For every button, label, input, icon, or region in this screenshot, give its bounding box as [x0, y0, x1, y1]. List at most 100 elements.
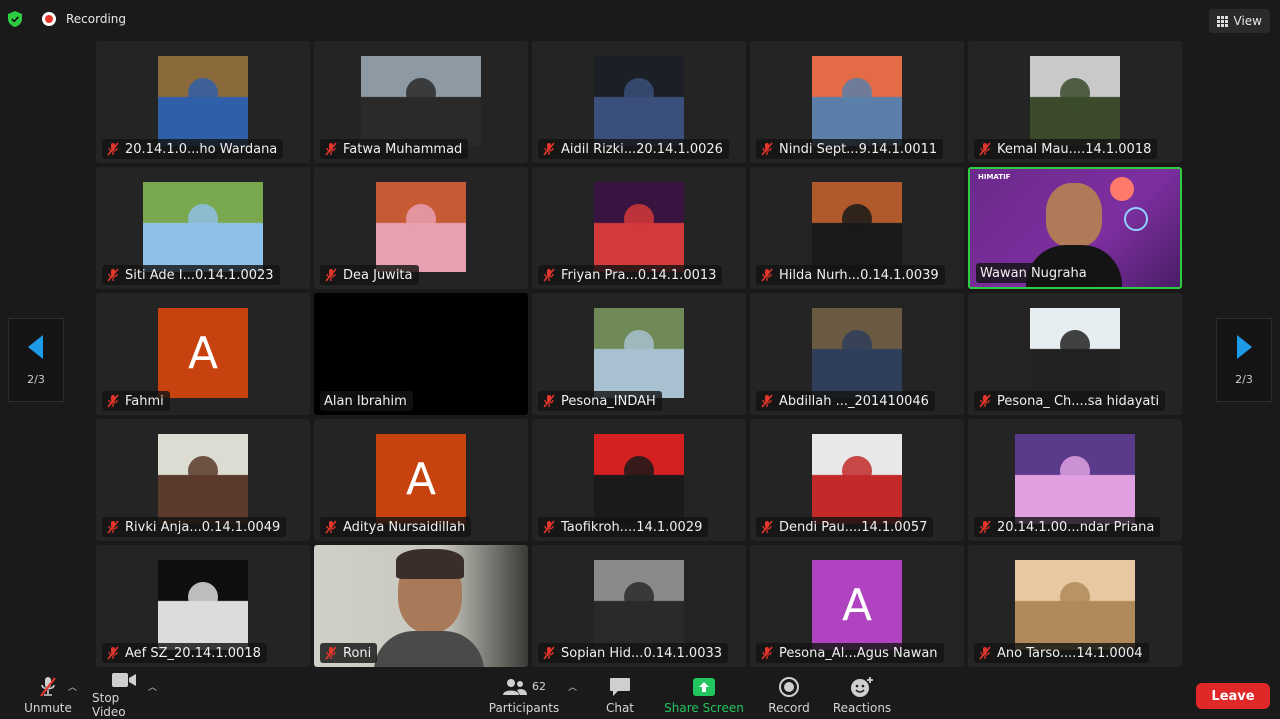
- participant-tile[interactable]: Pesona_INDAH: [532, 293, 746, 415]
- video-options-caret-icon[interactable]: ︿: [148, 680, 157, 693]
- participant-video: [812, 56, 902, 146]
- previous-page-button[interactable]: 2/3: [8, 318, 64, 402]
- participant-tile[interactable]: A Fahmi: [96, 293, 310, 415]
- participants-options-caret-icon[interactable]: ︿: [568, 680, 577, 693]
- reactions-button[interactable]: Reactions: [832, 671, 892, 719]
- shield-check-icon[interactable]: [8, 11, 22, 27]
- participant-tile[interactable]: Hilda Nurh...0.14.1.0039: [750, 167, 964, 289]
- participant-tile[interactable]: Dendi Pau....14.1.0057: [750, 419, 964, 541]
- participant-name-tag: Wawan Nugraha: [976, 263, 1093, 283]
- person-silhouette: [188, 582, 218, 612]
- participant-name-tag: Abdillah ..._201410046: [756, 391, 935, 411]
- audio-options-caret-icon[interactable]: ︿: [68, 680, 77, 693]
- leave-button[interactable]: Leave: [1196, 683, 1270, 709]
- participant-name-tag: Sopian Hid...0.14.1.0033: [538, 643, 729, 663]
- page-indicator-left: 2/3: [27, 372, 45, 386]
- participant-name: Pesona_INDAH: [561, 393, 656, 409]
- participant-tile[interactable]: Fatwa Muhammad: [314, 41, 528, 163]
- participant-name: Taofikroh....14.1.0029: [561, 519, 703, 535]
- participant-name-tag: Hilda Nurh...0.14.1.0039: [756, 265, 945, 285]
- participant-name: Rivki Anja...0.14.1.0049: [125, 519, 281, 535]
- participant-tile[interactable]: 20.14.1.0...ho Wardana: [96, 41, 310, 163]
- participant-tile[interactable]: Siti Ade I...0.14.1.0023: [96, 167, 310, 289]
- muted-mic-icon: [324, 646, 338, 660]
- muted-mic-icon: [106, 520, 120, 534]
- participant-tile[interactable]: Alan Ibrahim: [314, 293, 528, 415]
- participant-name-tag: Pesona_Al...Agus Nawan: [756, 643, 944, 663]
- participant-video: [594, 182, 684, 272]
- view-label: View: [1233, 14, 1262, 28]
- participant-name: 20.14.1.00...ndar Priana: [997, 519, 1155, 535]
- video-camera-icon: [112, 671, 136, 688]
- person-silhouette: [188, 78, 218, 108]
- participant-tile[interactable]: HIMATIF Wawan Nugraha: [968, 167, 1182, 289]
- person-silhouette: [406, 78, 436, 108]
- participant-tile[interactable]: Kemal Mau....14.1.0018: [968, 41, 1182, 163]
- participant-tile[interactable]: Aidil Rizki...20.14.1.0026: [532, 41, 746, 163]
- muted-mic-icon: [978, 646, 992, 660]
- stop-video-button[interactable]: Stop Video: [92, 671, 156, 719]
- person-body: [374, 631, 484, 667]
- view-button[interactable]: View: [1208, 9, 1270, 33]
- share-screen-button[interactable]: Share Screen: [664, 671, 744, 719]
- participant-name-tag: Taofikroh....14.1.0029: [538, 517, 709, 537]
- participant-tile[interactable]: Aef SZ_20.14.1.0018: [96, 545, 310, 667]
- muted-mic-icon: [760, 394, 774, 408]
- participant-tile[interactable]: Nindi Sept...9.14.1.0011: [750, 41, 964, 163]
- muted-mic-icon: [324, 520, 338, 534]
- participant-video: [594, 560, 684, 650]
- person-silhouette: [624, 582, 654, 612]
- participant-tile[interactable]: 20.14.1.00...ndar Priana: [968, 419, 1182, 541]
- participant-tile[interactable]: Rivki Anja...0.14.1.0049: [96, 419, 310, 541]
- person-silhouette: [842, 330, 872, 360]
- record-button[interactable]: Record: [766, 671, 812, 719]
- brand-text: HIMATIF: [978, 173, 1011, 181]
- participant-tile[interactable]: Sopian Hid...0.14.1.0033: [532, 545, 746, 667]
- unmute-button[interactable]: Unmute: [24, 671, 72, 719]
- participant-tile[interactable]: A Pesona_Al...Agus Nawan: [750, 545, 964, 667]
- people-icon: [503, 678, 527, 695]
- chat-button[interactable]: Chat: [600, 671, 640, 719]
- participant-tile[interactable]: Friyan Pra...0.14.1.0013: [532, 167, 746, 289]
- participant-name: Pesona_Al...Agus Nawan: [779, 645, 938, 661]
- participant-tile[interactable]: Pesona_ Ch....sa hidayati: [968, 293, 1182, 415]
- participant-tile[interactable]: Abdillah ..._201410046: [750, 293, 964, 415]
- participant-tile[interactable]: Taofikroh....14.1.0029: [532, 419, 746, 541]
- speaker-face: [1046, 183, 1102, 247]
- participants-button[interactable]: 62 Participants: [488, 671, 560, 719]
- person-silhouette: [188, 204, 218, 234]
- participant-tile[interactable]: A Aditya Nursaidillah: [314, 419, 528, 541]
- muted-microphone-icon: [38, 676, 58, 698]
- reactions-label: Reactions: [832, 700, 892, 715]
- participant-name-tag: Rivki Anja...0.14.1.0049: [102, 517, 287, 537]
- grid-view-icon: [1216, 15, 1228, 27]
- muted-mic-icon: [542, 268, 556, 282]
- decor-ring: [1124, 207, 1148, 231]
- participant-name-tag: Aditya Nursaidillah: [320, 517, 472, 537]
- participant-count: 62: [532, 680, 546, 693]
- participant-video: [143, 182, 263, 272]
- participant-video: [158, 56, 248, 146]
- participant-tile[interactable]: Ano Tarso....14.1.0004: [968, 545, 1182, 667]
- person-silhouette: [842, 78, 872, 108]
- participant-video: [1015, 560, 1135, 650]
- recording-indicator[interactable]: Recording: [42, 12, 126, 26]
- person-silhouette: [624, 330, 654, 360]
- person-silhouette: [624, 456, 654, 486]
- participant-name-tag: Kemal Mau....14.1.0018: [974, 139, 1158, 159]
- participant-tile[interactable]: Roni: [314, 545, 528, 667]
- participant-video: [1030, 308, 1120, 398]
- next-page-button[interactable]: 2/3: [1216, 318, 1272, 402]
- record-icon: [779, 676, 799, 698]
- participant-video: [594, 56, 684, 146]
- arrow-left-icon: [28, 334, 43, 359]
- participant-tile[interactable]: Dea Juwita: [314, 167, 528, 289]
- smiley-plus-icon: [850, 676, 874, 698]
- participant-name-tag: Aef SZ_20.14.1.0018: [102, 643, 267, 663]
- participant-video: [376, 182, 466, 272]
- participant-name: Wawan Nugraha: [980, 265, 1087, 281]
- muted-mic-icon: [106, 394, 120, 408]
- muted-mic-icon: [978, 520, 992, 534]
- muted-mic-icon: [106, 646, 120, 660]
- decor-circle: [1110, 177, 1134, 201]
